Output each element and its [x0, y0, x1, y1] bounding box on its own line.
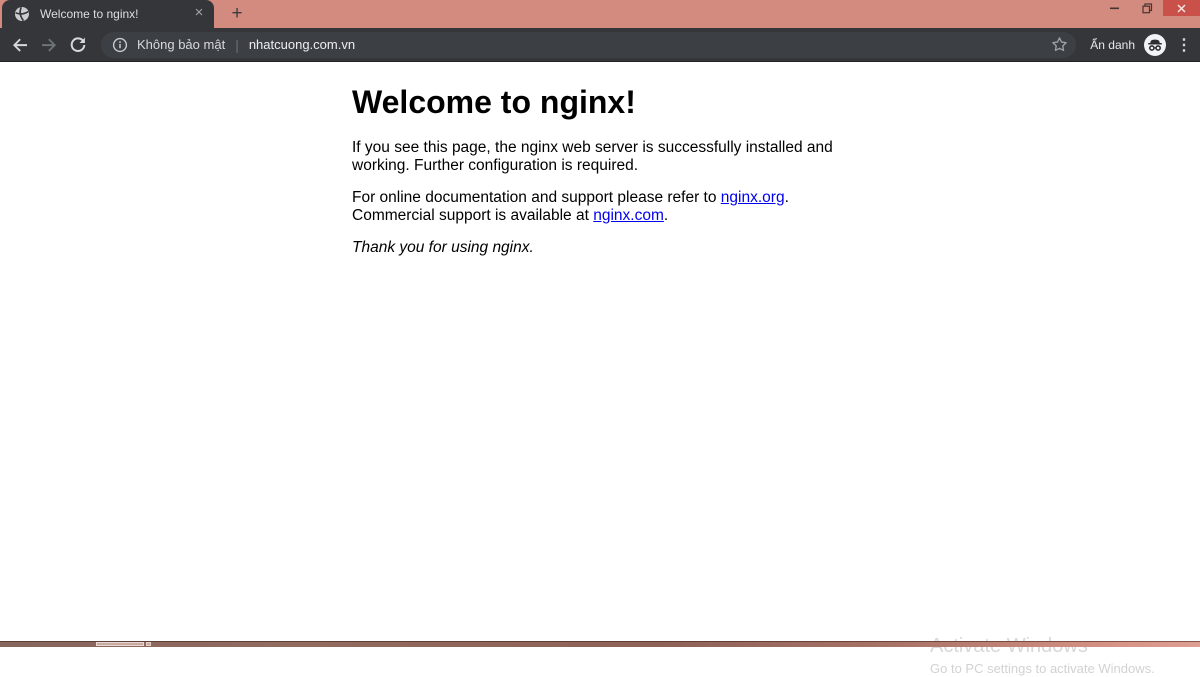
minimize-button[interactable] — [1099, 0, 1131, 16]
close-icon — [1177, 3, 1186, 13]
watermark-subtitle: Go to PC settings to activate Windows. — [930, 661, 1155, 676]
taskbar-item-notch[interactable] — [146, 642, 151, 646]
restore-icon — [1141, 2, 1152, 13]
tab-close-icon[interactable]: × — [190, 5, 208, 23]
taskbar-sliver[interactable] — [0, 641, 1200, 647]
nginx-welcome-page: Welcome to nginx! If you see this page, … — [352, 62, 897, 257]
tab-welcome-to-nginx[interactable]: Welcome to nginx! × — [2, 0, 214, 28]
kebab-menu-icon[interactable]: ⋮ — [1176, 35, 1192, 55]
support-line-1: For online documentation and support ple… — [352, 189, 897, 207]
window-controls — [1099, 0, 1200, 16]
intro-paragraph: If you see this page, the nginx web serv… — [352, 139, 897, 174]
page-viewport: Welcome to nginx! If you see this page, … — [0, 62, 1200, 676]
back-arrow-icon — [13, 38, 27, 52]
support-text-1: For online documentation and support ple… — [352, 189, 721, 206]
page-heading: Welcome to nginx! — [352, 84, 636, 120]
security-status-label: Không bảo mật — [137, 37, 226, 52]
support-text-2: Commercial support is available at — [352, 206, 594, 224]
info-circle-icon[interactable] — [112, 37, 128, 53]
intro-line-1: If you see this page, the nginx web serv… — [352, 139, 833, 156]
browser-window: Welcome to nginx! × + Không bảo mật | nh… — [0, 0, 1200, 676]
tab-title: Welcome to nginx! — [40, 7, 139, 21]
close-button[interactable] — [1163, 0, 1200, 16]
reload-icon — [70, 36, 86, 52]
intro-line-2: working. Further configuration is requir… — [352, 156, 639, 174]
taskbar-item-indicator[interactable] — [96, 642, 144, 646]
globe-icon — [15, 6, 29, 22]
thank-you-text: Thank you for using nginx. — [352, 239, 534, 256]
incognito-label: Ẩn danh — [1090, 37, 1135, 52]
forward-arrow-icon — [42, 38, 56, 52]
restore-button[interactable] — [1131, 0, 1163, 16]
nginx-com-link[interactable]: nginx.com — [593, 207, 664, 224]
omnibox-divider: | — [235, 36, 239, 53]
back-button[interactable] — [6, 31, 34, 59]
new-tab-button[interactable]: + — [224, 4, 250, 24]
forward-button[interactable] — [35, 31, 63, 59]
support-paragraph: For online documentation and support ple… — [352, 189, 897, 224]
incognito-badge — [1144, 33, 1166, 56]
address-bar[interactable]: Không bảo mật | nhatcuong.com.vn — [101, 31, 1077, 58]
minimize-icon — [1110, 7, 1119, 10]
nginx-org-link[interactable]: nginx.org — [721, 189, 785, 206]
tab-strip: Welcome to nginx! × + — [0, 0, 1200, 28]
support-suffix-2: . — [663, 206, 669, 224]
support-line-2: Commercial support is available at nginx… — [352, 207, 897, 225]
reload-button[interactable] — [64, 31, 92, 59]
support-suffix-1: . — [784, 189, 789, 206]
url-text[interactable]: nhatcuong.com.vn — [249, 37, 355, 52]
bookmark-star-icon[interactable] — [1051, 36, 1068, 53]
incognito-icon — [1148, 39, 1162, 51]
browser-toolbar: Không bảo mật | nhatcuong.com.vn Ẩn danh… — [0, 28, 1200, 62]
